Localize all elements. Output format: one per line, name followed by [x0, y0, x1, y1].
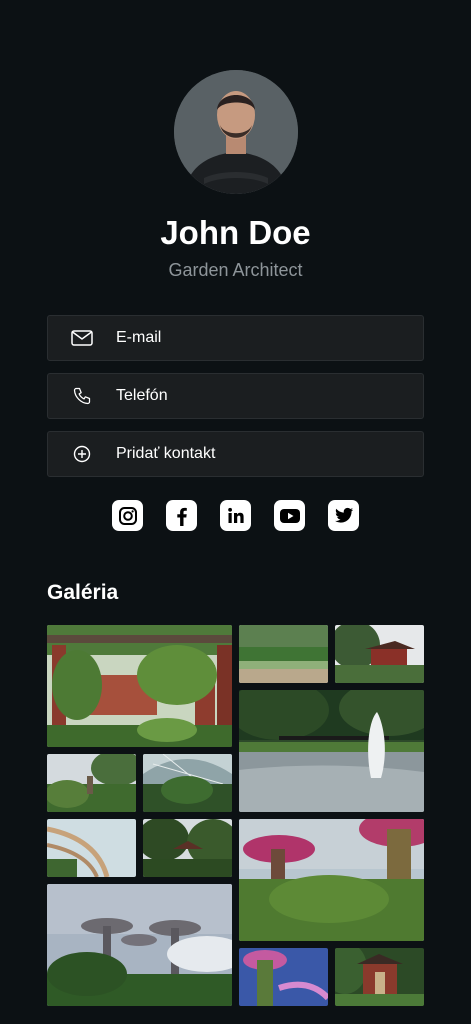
gallery-photo[interactable]	[47, 819, 136, 877]
profile-role: Garden Architect	[168, 260, 303, 280]
gallery-photo[interactable]	[239, 948, 328, 1006]
facebook-icon[interactable]	[166, 500, 197, 531]
gallery-photo[interactable]	[143, 819, 232, 877]
gallery-photo[interactable]	[239, 819, 424, 941]
phone-button-label: Telefón	[116, 387, 168, 404]
gallery-photo[interactable]	[47, 884, 232, 1006]
instagram-icon[interactable]	[112, 500, 143, 531]
plus-circle-icon	[48, 445, 116, 463]
email-button-label: E-mail	[116, 329, 162, 346]
mail-icon	[48, 330, 116, 346]
gallery-photo[interactable]	[239, 625, 328, 683]
avatar-person-icon	[174, 70, 298, 194]
social-links	[0, 500, 471, 531]
gallery-photo[interactable]	[335, 625, 424, 683]
add-contact-button-label: Pridať kontakt	[116, 445, 216, 462]
gallery-photo[interactable]	[47, 754, 136, 812]
gallery-photo[interactable]	[239, 690, 424, 812]
profile-name: John Doe	[160, 214, 311, 251]
gallery-photo[interactable]	[143, 754, 232, 812]
add-contact-button[interactable]: Pridať kontakt	[47, 431, 424, 477]
twitter-icon[interactable]	[328, 500, 359, 531]
gallery-title: Galéria	[47, 581, 119, 604]
phone-button[interactable]: Telefón	[47, 373, 424, 419]
gallery-photo[interactable]	[335, 948, 424, 1006]
email-button[interactable]: E-mail	[47, 315, 424, 361]
gallery-photo[interactable]	[47, 625, 232, 747]
phone-icon	[48, 386, 116, 406]
avatar	[174, 70, 298, 194]
linkedin-icon[interactable]	[220, 500, 251, 531]
youtube-icon[interactable]	[274, 500, 305, 531]
